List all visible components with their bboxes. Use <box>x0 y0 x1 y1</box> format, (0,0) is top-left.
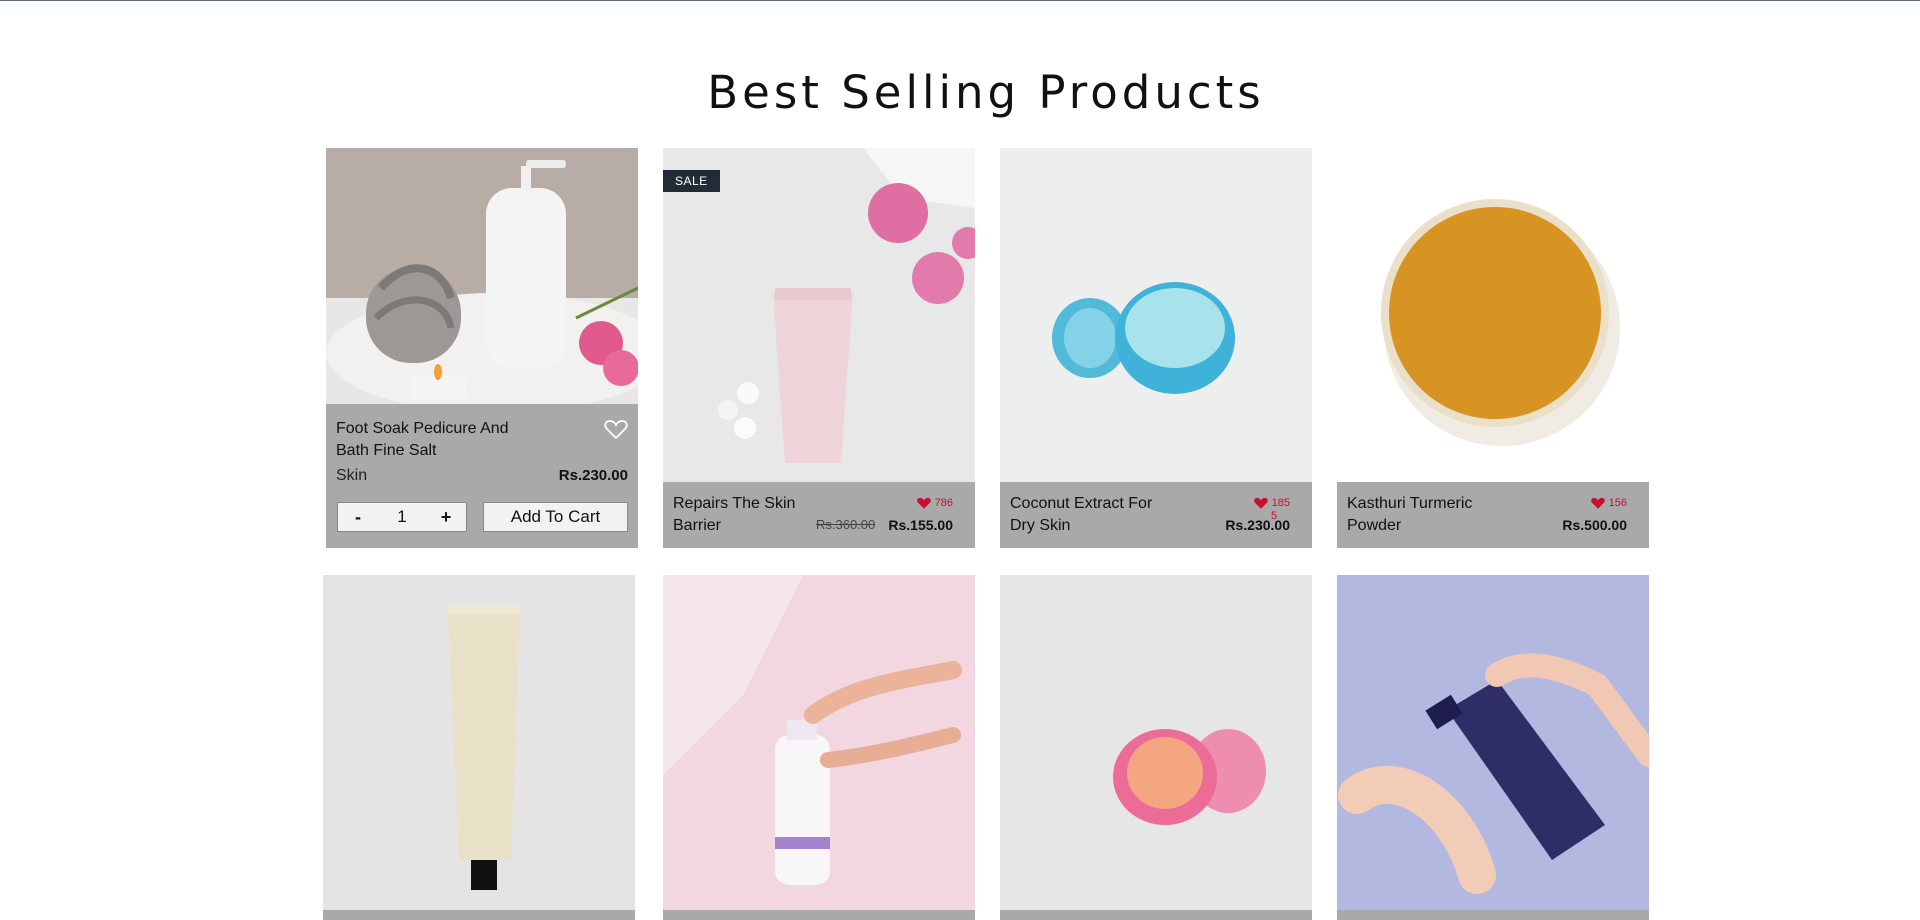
quantity-increase-button[interactable]: + <box>426 507 466 528</box>
product-name[interactable]: Foot Soak Pedicure And Bath Fine Salt <box>336 418 509 462</box>
product-image-cream-tube[interactable] <box>323 575 635 920</box>
product-info-panel: Coconut Extract For Dry Skin 185 5 Rs.23… <box>1000 482 1312 548</box>
quantity-stepper: - 1 + <box>337 502 467 532</box>
product-info-panel: Repairs The Skin Barrier 786 Rs.360.00 R… <box>663 482 975 548</box>
product-image-foot-soak[interactable] <box>326 148 638 404</box>
product-price: Rs.230.00 <box>558 467 628 484</box>
product-name[interactable]: Kasthuri Turmeric Powder <box>1347 493 1472 537</box>
product-card-kasthuri-turmeric[interactable]: Kasthuri Turmeric Powder 156 Rs.500.00 <box>1337 148 1649 548</box>
product-name[interactable]: Coconut Extract For Dry Skin <box>1010 493 1152 537</box>
product-image-kasthuri-turmeric[interactable] <box>1337 148 1649 482</box>
product-image-lip-balm[interactable] <box>1000 575 1312 920</box>
likes-count[interactable]: 156 <box>1590 496 1627 510</box>
product-card-row2-1[interactable] <box>323 575 635 920</box>
product-card-foot-soak[interactable]: Foot Soak Pedicure And Bath Fine Salt Sk… <box>326 148 638 548</box>
product-card-coconut-extract[interactable]: Coconut Extract For Dry Skin 185 5 Rs.23… <box>1000 148 1312 548</box>
quantity-value[interactable]: 1 <box>397 507 406 527</box>
likes-count[interactable]: 185 <box>1253 496 1290 510</box>
likes-count[interactable]: 786 <box>916 496 953 510</box>
product-image-curology-bottle[interactable] <box>1337 575 1649 920</box>
product-price: Rs.230.00 <box>1225 517 1290 533</box>
add-to-cart-button[interactable]: Add To Cart <box>483 502 628 532</box>
heart-filled-icon[interactable] <box>1253 496 1269 510</box>
sale-price: Rs.155.00 <box>888 517 953 533</box>
product-card-row2-3[interactable] <box>1000 575 1312 920</box>
quantity-decrease-button[interactable]: - <box>338 507 378 528</box>
product-name[interactable]: Repairs The Skin Barrier <box>673 493 795 537</box>
original-price: Rs.360.00 <box>816 517 876 532</box>
product-price: Rs.500.00 <box>1562 517 1627 533</box>
product-image-coconut-extract[interactable] <box>1000 148 1312 482</box>
product-card-row2-2[interactable] <box>663 575 975 920</box>
heart-filled-icon[interactable] <box>1590 496 1606 510</box>
product-card-row2-4[interactable] <box>1337 575 1649 920</box>
product-info-panel: Kasthuri Turmeric Powder 156 Rs.500.00 <box>1337 482 1649 548</box>
heart-filled-icon[interactable] <box>916 496 932 510</box>
section-title: Best Selling Products <box>707 66 1265 120</box>
product-card-repairs-skin-barrier[interactable]: SALE Repairs The Skin Barrier 786 Rs.360… <box>663 148 975 548</box>
product-image-repairs-skin-barrier[interactable] <box>663 148 975 482</box>
top-divider <box>0 0 1920 1</box>
product-category: Skin <box>336 467 368 484</box>
heart-outline-icon[interactable] <box>604 418 628 440</box>
product-info-panel: Foot Soak Pedicure And Bath Fine Salt Sk… <box>326 404 638 548</box>
sale-badge: SALE <box>663 170 720 192</box>
product-image-serum-bottle[interactable] <box>663 575 975 920</box>
